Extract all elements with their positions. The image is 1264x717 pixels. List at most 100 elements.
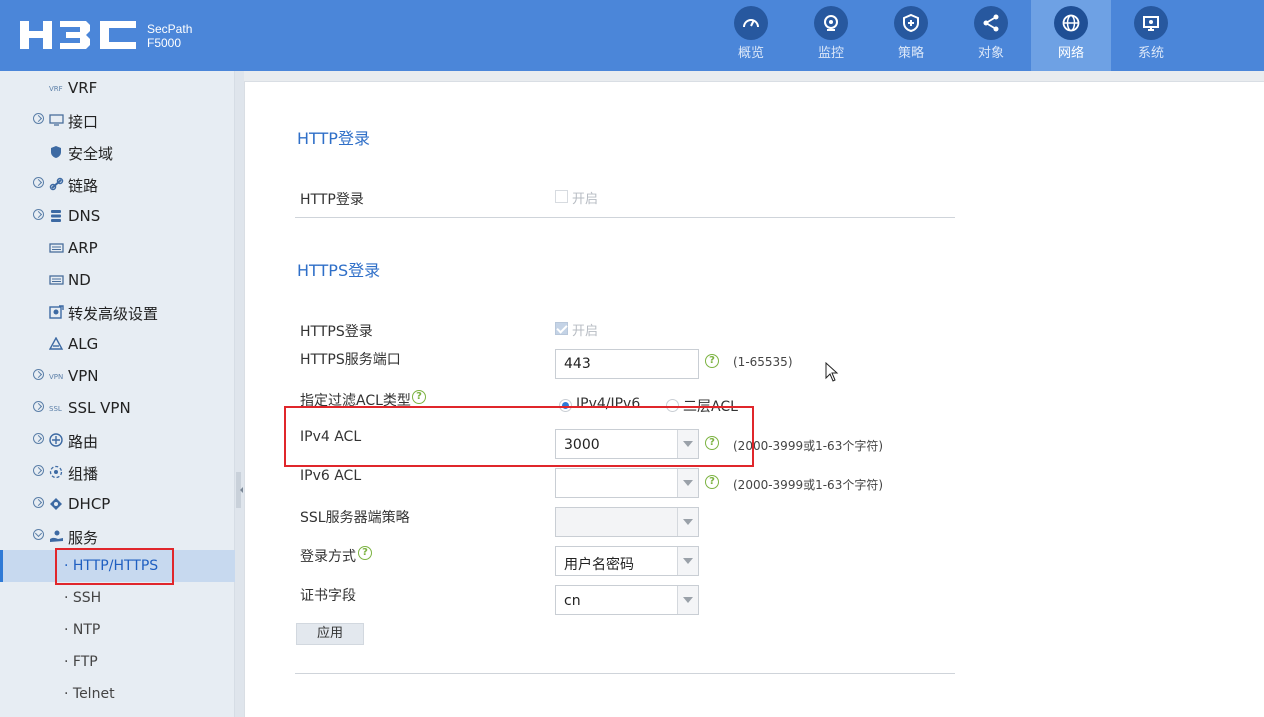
- sidebar-splitter[interactable]: [235, 71, 244, 717]
- sidebar-item-security-zone[interactable]: 安全域: [0, 137, 235, 169]
- product-line1: SecPath: [147, 22, 193, 36]
- help-icon[interactable]: ?: [412, 390, 426, 404]
- nav-overview-label: 概览: [737, 46, 764, 61]
- ipv6-acl-combobox[interactable]: [555, 468, 699, 498]
- nav-system[interactable]: 系统: [1111, 0, 1191, 71]
- highlight-box-ipv4-acl: [284, 406, 754, 467]
- mouse-cursor-icon: [825, 362, 839, 382]
- login-mode-label: 登录方式: [300, 549, 356, 565]
- https-enable-checkbox[interactable]: [555, 322, 568, 335]
- monitor-icon: [1134, 6, 1168, 40]
- sidebar-subitem-ssh[interactable]: · SSH: [0, 582, 235, 614]
- nd-icon: [49, 275, 64, 285]
- https-login-label: HTTPS登录: [300, 324, 373, 340]
- cert-field-select[interactable]: cn: [555, 585, 699, 615]
- sidebar-subitem-label: · Telnet: [64, 686, 115, 702]
- ipv6-acl-hint: (2000-3999或1-63个字符): [733, 478, 884, 492]
- sidebar-item-label: ALG: [68, 335, 99, 353]
- sidebar-item-label: VPN: [68, 367, 99, 385]
- sidebar-item-nd[interactable]: ND: [0, 265, 235, 297]
- http-enable-checkbox[interactable]: [555, 190, 568, 203]
- alg-icon: [49, 337, 64, 350]
- nav-policy[interactable]: 策略: [871, 0, 951, 71]
- nav-objects[interactable]: 对象: [951, 0, 1031, 71]
- top-bar: SecPath F5000 概览 监控 策略 对象 网络 系统: [0, 0, 1264, 71]
- sidebar-subitem-label: · SSH: [64, 590, 102, 606]
- link-icon: [49, 177, 64, 191]
- database-icon: [51, 210, 61, 222]
- sidebar-item-label: 接口: [68, 113, 99, 131]
- dropdown-arrow-icon[interactable]: [677, 469, 698, 497]
- collapse-sidebar-handle[interactable]: [236, 472, 243, 508]
- sidebar-item-vpn[interactable]: VPN VPN: [0, 361, 235, 393]
- apply-button[interactable]: 应用: [296, 623, 364, 645]
- sidebar-item-alg[interactable]: ALG: [0, 329, 235, 361]
- sidebar-item-interface[interactable]: 接口: [0, 105, 235, 137]
- help-icon[interactable]: ?: [705, 354, 719, 368]
- expand-icon[interactable]: [33, 433, 44, 444]
- sidebar-item-label: VRF: [68, 79, 98, 97]
- vpn-icon: VPN: [49, 373, 63, 381]
- expand-icon[interactable]: [33, 369, 44, 380]
- expand-icon[interactable]: [33, 465, 44, 476]
- sidebar-item-label: 路由: [68, 433, 99, 451]
- expand-icon[interactable]: [33, 177, 44, 188]
- sidebar-item-label: DHCP: [68, 495, 111, 513]
- http-login-label: HTTP登录: [300, 192, 364, 208]
- help-icon[interactable]: ?: [705, 475, 719, 489]
- ssl-policy-select[interactable]: [555, 507, 699, 537]
- ipv6-acl-label: IPv6 ACL: [300, 468, 362, 484]
- interface-icon: [49, 114, 64, 126]
- sidebar-item-vrf[interactable]: VRF VRF: [0, 73, 235, 105]
- https-port-hint: (1-65535): [733, 355, 793, 369]
- sidebar-item-dns[interactable]: DNS: [0, 201, 235, 233]
- dropdown-arrow-icon[interactable]: [677, 508, 698, 536]
- dropdown-arrow-icon[interactable]: [677, 547, 698, 575]
- collapse-icon[interactable]: [33, 529, 44, 540]
- vrf-icon: VRF: [49, 85, 63, 93]
- shield-icon: [51, 146, 61, 158]
- sidebar-item-ssl-vpn[interactable]: SSL SSL VPN: [0, 393, 235, 425]
- sidebar-item-routing[interactable]: 路由: [0, 425, 235, 457]
- expand-icon[interactable]: [33, 209, 44, 220]
- sidebar-subitem-ftp[interactable]: · FTP: [0, 646, 235, 678]
- sidebar-item-label: 安全域: [68, 145, 114, 163]
- sidebar-item-arp[interactable]: ARP: [0, 233, 235, 265]
- nav-overview[interactable]: 概览: [711, 0, 791, 71]
- sidebar-item-link[interactable]: 链路: [0, 169, 235, 201]
- sidebar-item-label: ND: [68, 271, 91, 289]
- help-icon[interactable]: ?: [358, 546, 372, 560]
- sidebar-item-label: 链路: [68, 177, 99, 195]
- sidebar-subitem-telnet[interactable]: · Telnet: [0, 678, 235, 710]
- dropdown-arrow-icon[interactable]: [677, 586, 698, 614]
- sidebar-item-label: SSL VPN: [68, 399, 131, 417]
- service-hand-icon: [50, 530, 63, 542]
- sidebar-subitem-label: · FTP: [64, 654, 98, 670]
- https-section-title: HTTPS登录: [297, 261, 381, 280]
- main-panel: HTTP登录 HTTP登录 开启 HTTPS登录 HTTPS登录 开启 HTTP…: [244, 81, 1264, 717]
- https-port-input[interactable]: [555, 349, 699, 379]
- sidebar-subitem-ntp[interactable]: · NTP: [0, 614, 235, 646]
- nav-network-label: 网络: [1057, 46, 1084, 61]
- nav-monitor[interactable]: 监控: [791, 0, 871, 71]
- sidebar-item-forwarding-advanced[interactable]: 转发高级设置: [0, 297, 235, 329]
- nav-objects-label: 对象: [977, 46, 1004, 61]
- sidebar-item-multicast[interactable]: 组播: [0, 457, 235, 489]
- expand-icon[interactable]: [33, 401, 44, 412]
- sidebar-item-label: 服务: [68, 529, 99, 547]
- nav-network[interactable]: 网络: [1031, 0, 1111, 71]
- ssl-policy-label: SSL服务器端策略: [300, 510, 410, 526]
- http-section-title: HTTP登录: [297, 129, 370, 148]
- share-icon: [974, 6, 1008, 40]
- dhcp-icon: [50, 498, 62, 510]
- login-mode-select[interactable]: 用户名密码: [555, 546, 699, 576]
- https-port-label: HTTPS服务端口: [300, 352, 401, 368]
- expand-icon[interactable]: [33, 113, 44, 124]
- product-name: SecPath F5000: [147, 22, 192, 50]
- shield-plus-icon: [894, 6, 928, 40]
- expand-icon[interactable]: [33, 497, 44, 508]
- login-mode-value: 用户名密码: [564, 557, 634, 573]
- nav-system-label: 系统: [1137, 46, 1164, 61]
- sidebar-item-dhcp[interactable]: DHCP: [0, 489, 235, 521]
- main-nav: 概览 监控 策略 对象 网络 系统: [711, 0, 1191, 71]
